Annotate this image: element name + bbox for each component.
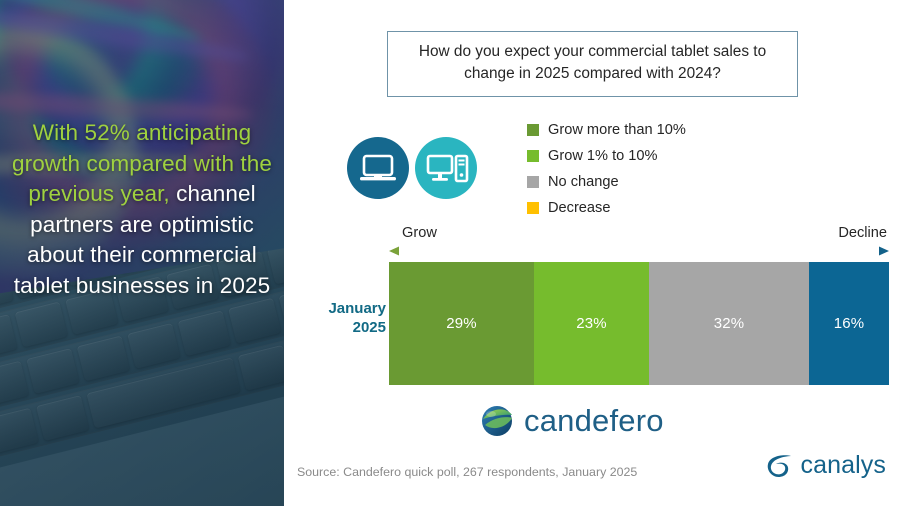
axis-label-decline: Decline xyxy=(838,225,887,241)
legend-item-label: Decrease xyxy=(548,200,611,216)
canalys-wordmark: canalys xyxy=(800,451,886,479)
bar-segment-value: 29% xyxy=(446,315,477,332)
bar-segment-decrease: 16% xyxy=(809,262,889,385)
candefero-wordmark: candefero xyxy=(524,403,664,438)
stacked-bar-chart: 29% 23% 32% 16% xyxy=(389,262,889,385)
candefero-logo: candefero xyxy=(480,403,664,439)
legend-swatch-icon xyxy=(527,202,539,214)
legend-item: No change xyxy=(527,169,787,195)
laptop-icon xyxy=(347,137,409,199)
legend-item-label: No change xyxy=(548,174,619,190)
legend-item: Grow more than 10% xyxy=(527,117,787,143)
infographic-slide: With 52% anticipating growth compared wi… xyxy=(0,0,900,506)
legend-item-label: Grow more than 10% xyxy=(548,122,686,138)
bar-segment-value: 16% xyxy=(833,315,865,332)
legend: Grow more than 10% Grow 1% to 10% No cha… xyxy=(527,117,787,221)
bar-segment-grow-1-to-10: 23% xyxy=(534,262,649,385)
legend-item-label: Grow 1% to 10% xyxy=(548,148,658,164)
canalys-logo: canalys xyxy=(766,451,886,480)
chart-panel: How do you expect your commercial tablet… xyxy=(284,0,900,506)
desktop-pc-icon xyxy=(415,137,477,199)
left-image-panel: With 52% anticipating growth compared wi… xyxy=(0,0,284,506)
question-title: How do you expect your commercial tablet… xyxy=(387,31,798,97)
bar-segment-grow-more-than-10: 29% xyxy=(389,262,534,385)
bar-row-label-line2: 2025 xyxy=(352,319,386,336)
axis-scale: Grow Decline xyxy=(389,225,889,257)
legend-item: Grow 1% to 10% xyxy=(527,143,787,169)
left-headline: With 52% anticipating growth compared wi… xyxy=(8,118,276,301)
legend-swatch-icon xyxy=(527,150,539,162)
legend-swatch-icon xyxy=(527,124,539,136)
canalys-mark-icon xyxy=(767,454,791,477)
bar-row-label-line1: January xyxy=(328,300,386,317)
legend-swatch-icon xyxy=(527,176,539,188)
bar-segment-no-change: 32% xyxy=(649,262,809,385)
legend-item: Decrease xyxy=(527,195,787,221)
axis-label-grow: Grow xyxy=(402,225,437,241)
double-headed-arrow-icon xyxy=(389,246,889,256)
candefero-globe-icon xyxy=(482,406,512,436)
bar-row-label: January 2025 xyxy=(302,299,386,337)
source-note: Source: Candefero quick poll, 267 respon… xyxy=(297,465,638,479)
bar-segment-value: 32% xyxy=(713,315,745,332)
bar-segment-value: 23% xyxy=(576,315,607,332)
